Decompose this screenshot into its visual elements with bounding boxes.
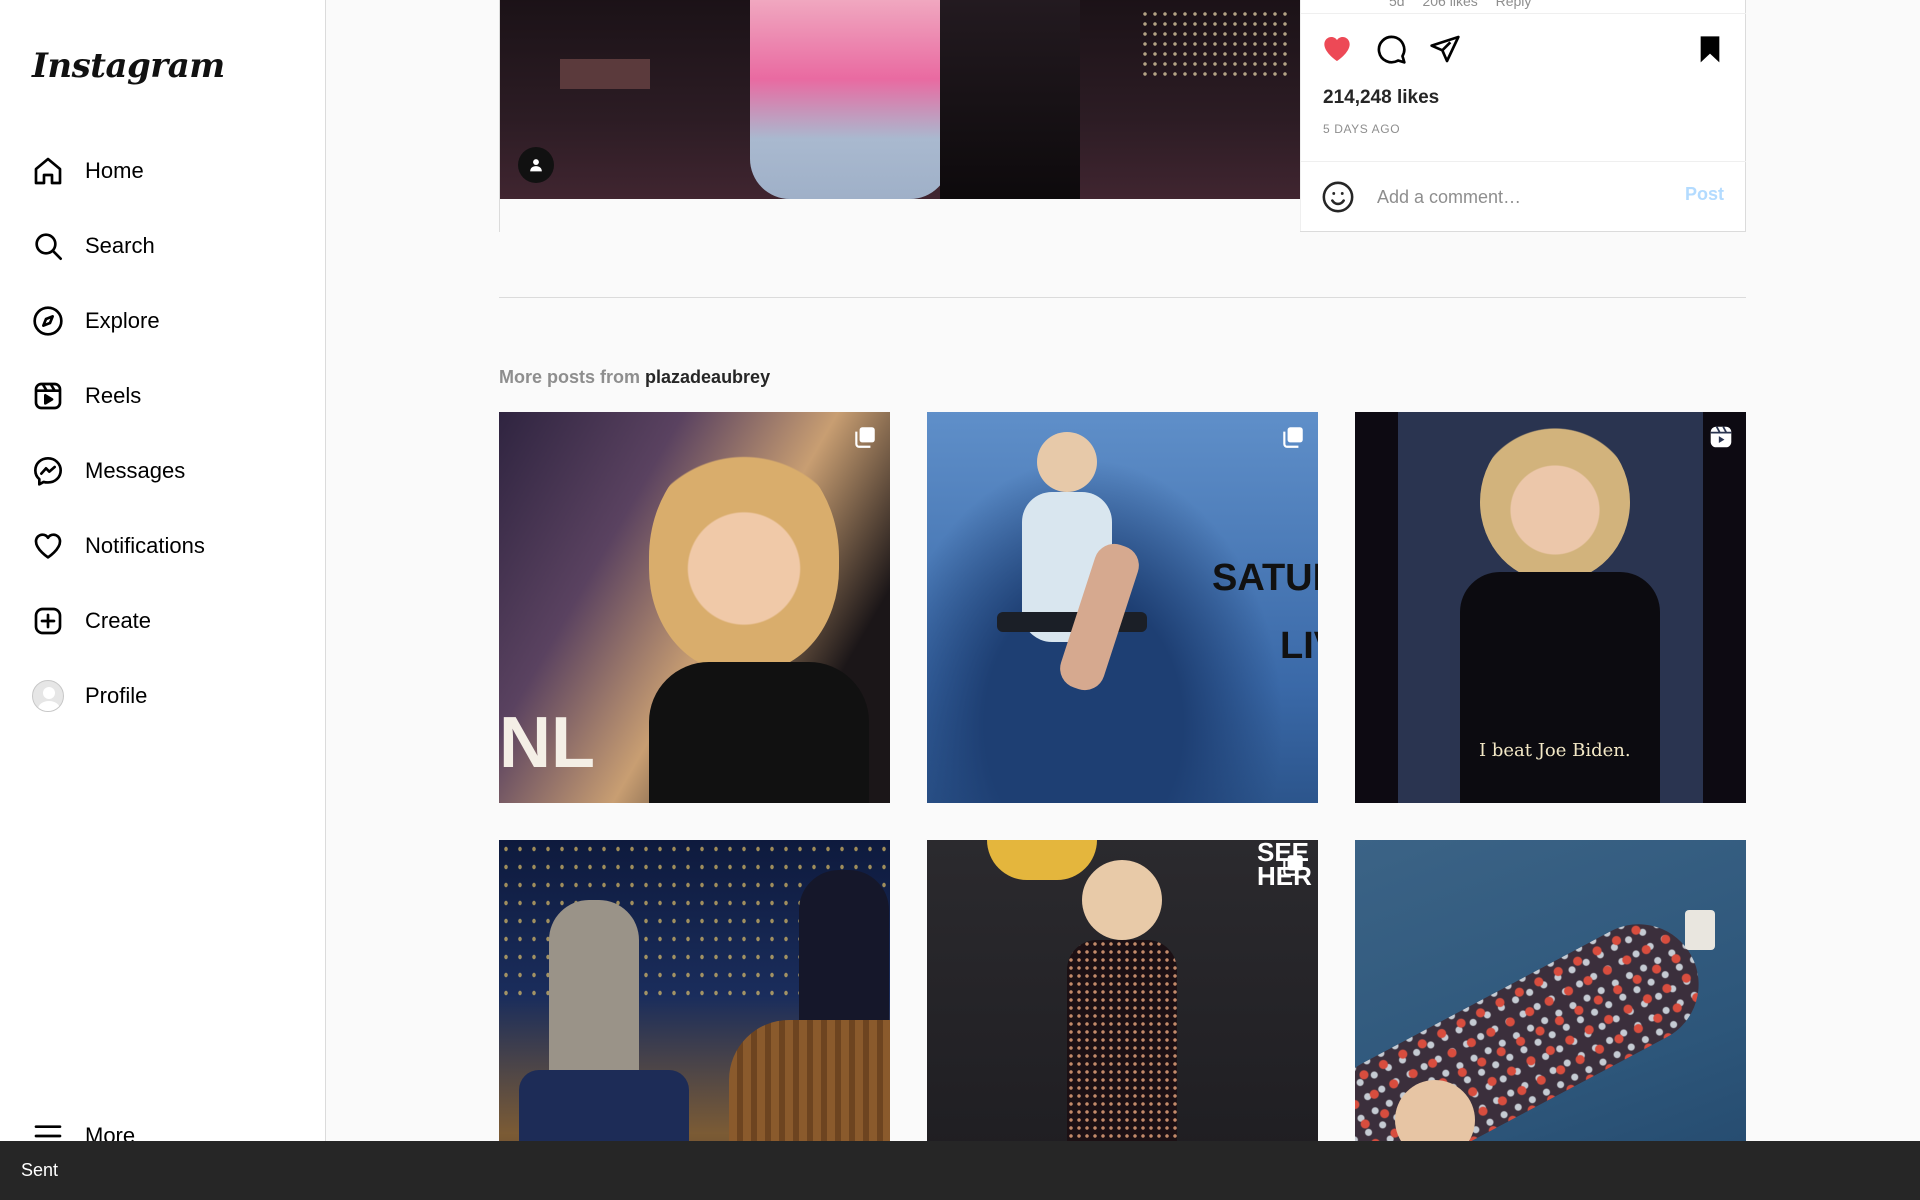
media-detail bbox=[940, 0, 1080, 199]
sidebar-item-create[interactable]: Create bbox=[28, 596, 308, 646]
sidebar-item-profile[interactable]: Profile bbox=[28, 671, 308, 721]
reels-icon bbox=[28, 376, 68, 416]
sidebar-item-explore[interactable]: Explore bbox=[28, 296, 308, 346]
sidebar-item-label: Search bbox=[85, 233, 155, 258]
messenger-icon bbox=[28, 451, 68, 491]
sidebar-item-messages[interactable]: Messages bbox=[28, 446, 308, 496]
sidebar-item-label: Create bbox=[85, 608, 152, 633]
comment-icon bbox=[1377, 35, 1406, 64]
sidebar-item-home[interactable]: Home bbox=[28, 146, 308, 196]
image-detail bbox=[987, 840, 1097, 880]
more-posts-username[interactable]: plazadeaubrey bbox=[645, 367, 770, 387]
comment-input[interactable] bbox=[1377, 182, 1667, 212]
comment-meta: 5d 206 likes Reply bbox=[1389, 0, 1545, 9]
carousel-icon bbox=[852, 424, 878, 450]
toast-text: Sent bbox=[21, 1160, 59, 1180]
image-detail bbox=[1037, 432, 1097, 492]
tagged-users-button[interactable] bbox=[518, 147, 554, 183]
emoji-button[interactable] bbox=[1321, 180, 1355, 214]
sidebar-item-label: Home bbox=[85, 158, 144, 183]
sidebar-item-label: Reels bbox=[85, 383, 142, 408]
post-side-panel: 5d 206 likes Reply 214,248 likes 5 DAYS … bbox=[1300, 0, 1746, 231]
thumbnail-overlay-text: LIV bbox=[1280, 625, 1318, 667]
share-button[interactable] bbox=[1427, 31, 1463, 67]
image-detail bbox=[1685, 910, 1715, 950]
more-posts-heading: More posts from plazadeaubrey bbox=[499, 367, 770, 388]
carousel-icon bbox=[1280, 852, 1306, 878]
sidebar-item-notifications[interactable]: Notifications bbox=[28, 521, 308, 571]
media-detail bbox=[750, 0, 950, 199]
comment-button[interactable] bbox=[1373, 31, 1409, 67]
sidebar-item-label: Explore bbox=[85, 308, 160, 333]
post-timestamp: 5 DAYS AGO bbox=[1323, 122, 1401, 136]
section-divider bbox=[499, 297, 1746, 298]
bookmark-filled-icon bbox=[1700, 36, 1720, 63]
compass-icon bbox=[28, 301, 68, 341]
person-icon bbox=[530, 159, 542, 172]
sidebar-item-label: Profile bbox=[85, 683, 148, 708]
search-icon bbox=[28, 226, 68, 266]
sidebar-item-reels[interactable]: Reels bbox=[28, 371, 308, 421]
plus-square-icon bbox=[28, 601, 68, 641]
media-detail bbox=[1140, 9, 1290, 79]
thumbnail-overlay-text: SATUR bbox=[1212, 557, 1318, 599]
post-comment-button[interactable]: Post bbox=[1685, 184, 1724, 205]
thumbnail-overlay-text: NL bbox=[499, 703, 595, 783]
send-icon bbox=[1430, 35, 1460, 63]
image-detail bbox=[649, 662, 869, 803]
heart-icon bbox=[28, 526, 68, 566]
sidebar-item-label: Messages bbox=[85, 458, 186, 483]
comment-age: 5d bbox=[1389, 0, 1405, 9]
image-detail bbox=[1082, 860, 1162, 940]
reel-icon bbox=[1708, 424, 1734, 450]
post-thumbnail[interactable]: NL bbox=[499, 412, 890, 803]
avatar bbox=[32, 680, 64, 712]
sidebar: Instagram Home Search Explore Reels Mess… bbox=[0, 0, 326, 1200]
post-media-strip bbox=[500, 199, 1300, 233]
more-posts-prefix: More posts from bbox=[499, 367, 641, 387]
divider bbox=[1301, 13, 1746, 14]
sidebar-item-search[interactable]: Search bbox=[28, 221, 308, 271]
post-thumbnail[interactable]: I beat Joe Biden. bbox=[1355, 412, 1746, 803]
post-image[interactable] bbox=[500, 0, 1300, 199]
toast-notification: Sent bbox=[0, 1141, 1920, 1200]
emoji-icon bbox=[1322, 181, 1354, 213]
comment-form: Post bbox=[1301, 161, 1746, 231]
post-thumbnail[interactable]: SATUR LIV bbox=[927, 412, 1318, 803]
carousel-icon bbox=[1280, 424, 1306, 450]
heart-filled-icon bbox=[1324, 37, 1350, 61]
save-button[interactable] bbox=[1692, 31, 1728, 67]
reply-button[interactable]: Reply bbox=[1496, 0, 1532, 9]
home-icon bbox=[28, 151, 68, 191]
image-detail bbox=[799, 870, 889, 1020]
media-detail bbox=[560, 59, 650, 89]
instagram-logo[interactable]: Instagram bbox=[32, 46, 225, 86]
post-card: 5d 206 likes Reply 214,248 likes 5 DAYS … bbox=[499, 0, 1746, 233]
sidebar-item-label: Notifications bbox=[85, 533, 205, 558]
image-detail bbox=[1460, 572, 1660, 803]
comment-likes[interactable]: 206 likes bbox=[1422, 0, 1477, 9]
video-caption: I beat Joe Biden. bbox=[1479, 740, 1631, 761]
image-detail bbox=[649, 442, 839, 672]
likes-count[interactable]: 214,248 likes bbox=[1323, 87, 1439, 109]
image-detail bbox=[1480, 422, 1630, 582]
like-button[interactable] bbox=[1319, 31, 1355, 67]
